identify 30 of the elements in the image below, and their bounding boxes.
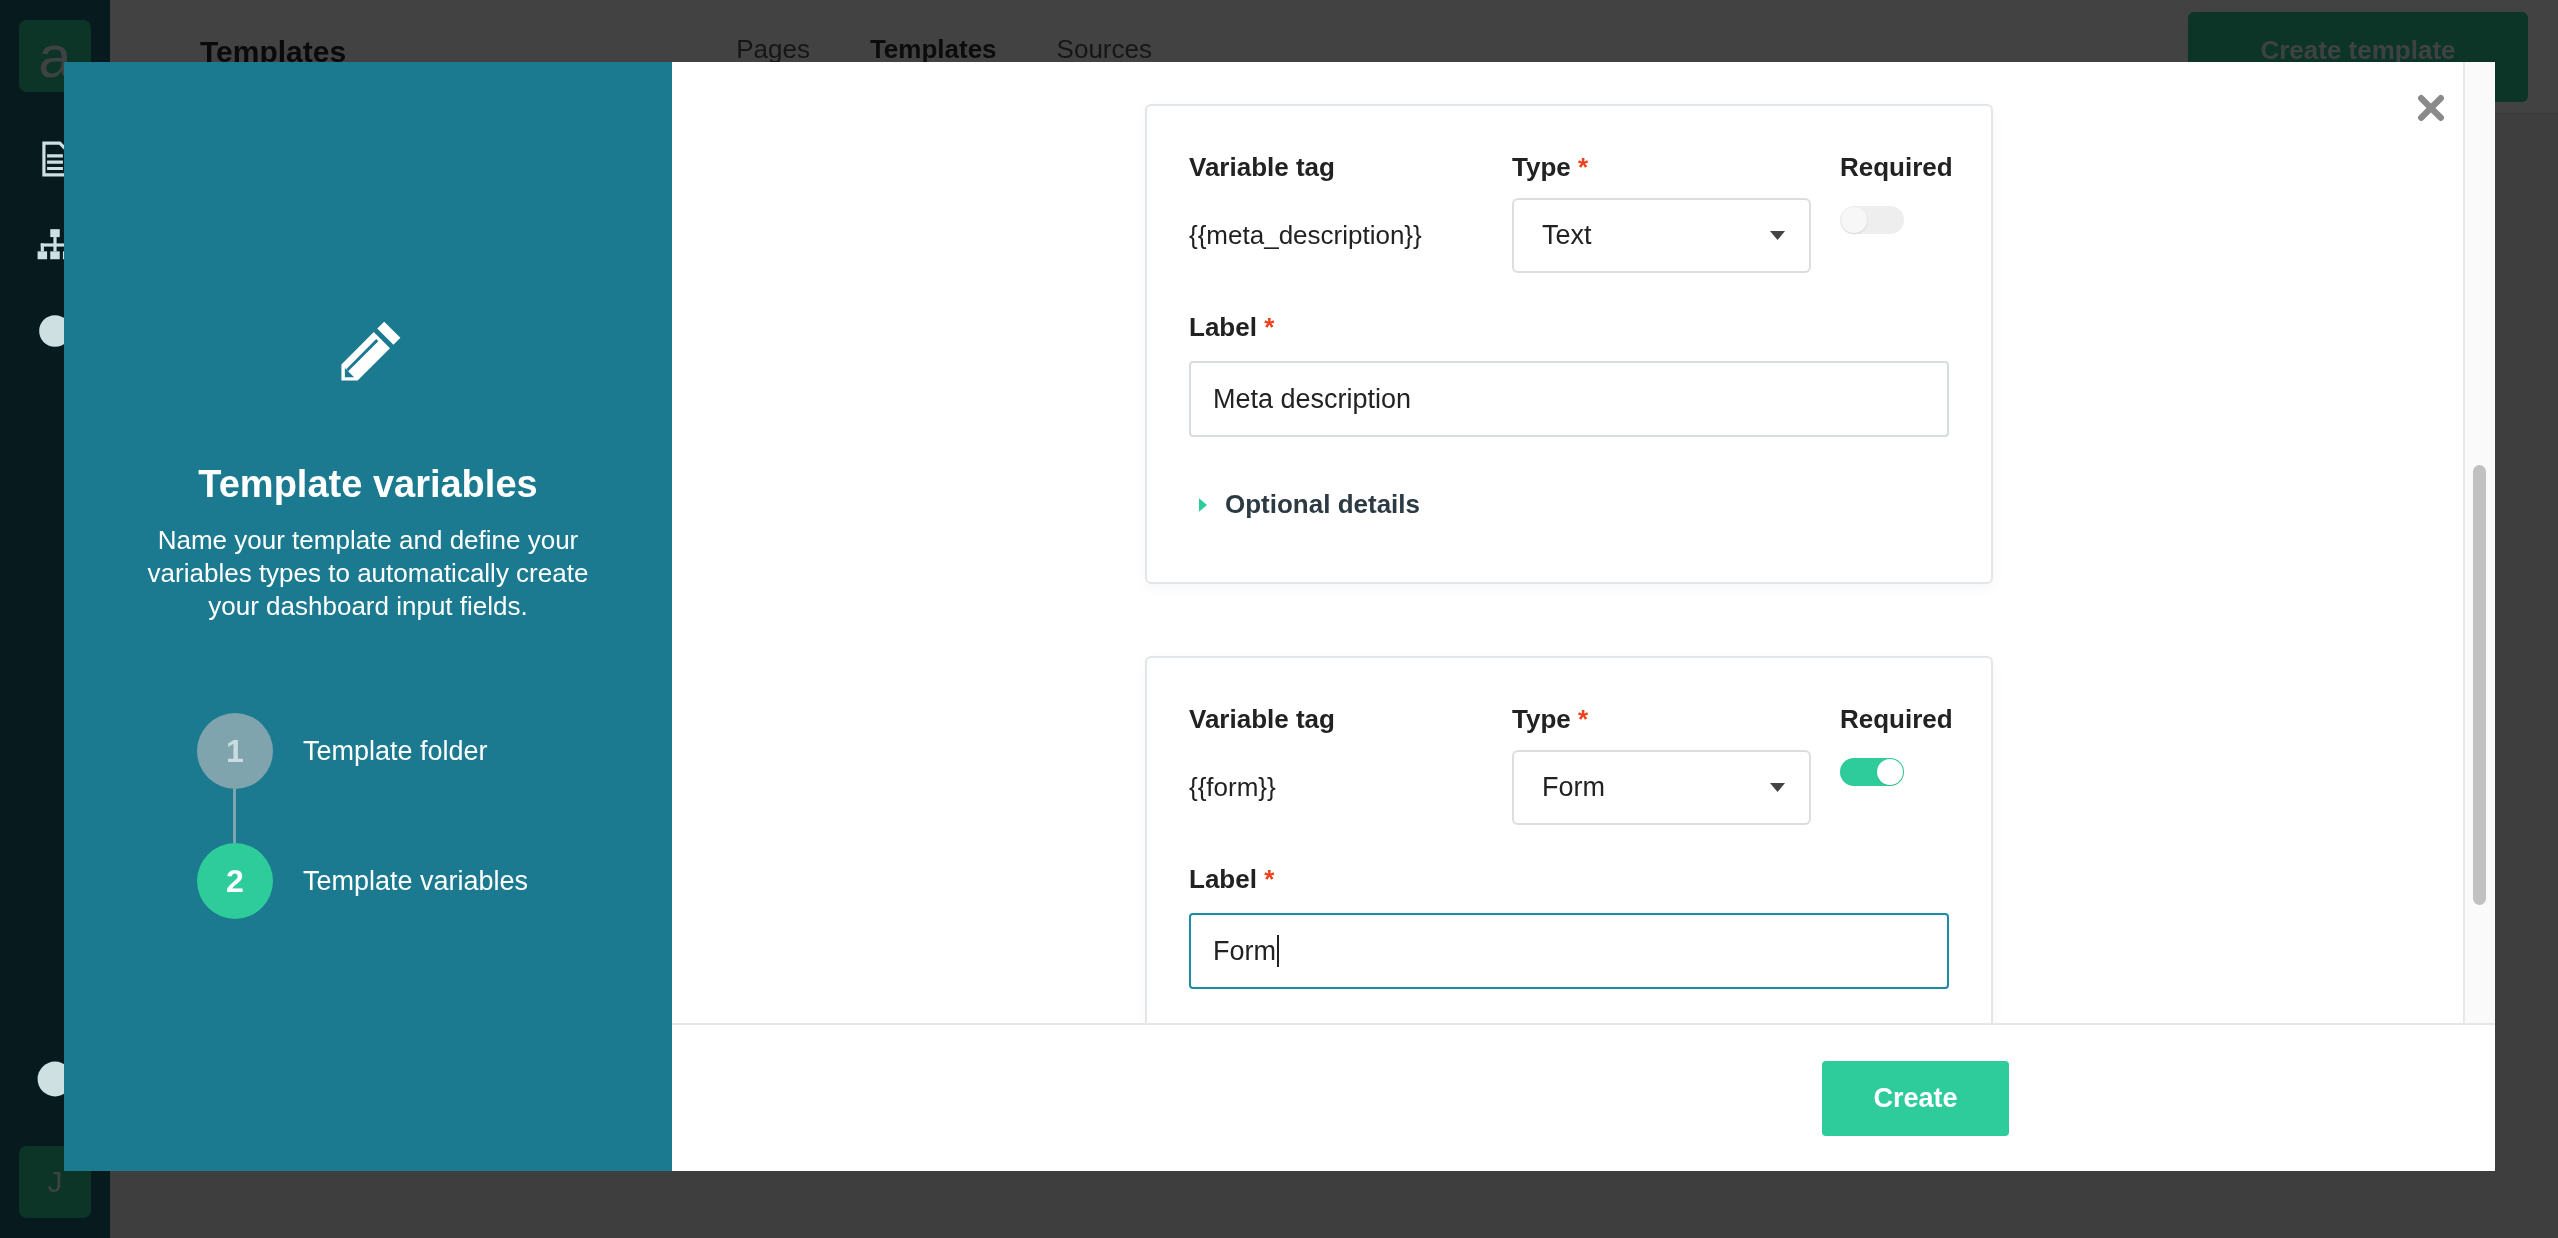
type-dropdown[interactable]: Form bbox=[1512, 750, 1811, 825]
field-heading: Type * bbox=[1512, 152, 1590, 183]
create-button[interactable]: Create bbox=[1822, 1060, 2009, 1136]
modal-title: Template variables bbox=[198, 463, 538, 506]
scrollbar[interactable] bbox=[2463, 62, 2495, 1023]
step-label: Template variables bbox=[303, 865, 529, 897]
optional-details-toggle[interactable]: Optional details bbox=[1189, 489, 1421, 520]
expand-triangle-icon bbox=[1199, 497, 1207, 512]
modal-description: Name your template and define your variables types to automatically create your dashboard input fields. bbox=[146, 524, 590, 623]
variable-tag: {{form}} bbox=[1189, 772, 1483, 803]
required-toggle[interactable] bbox=[1840, 206, 1904, 234]
field-heading: Label * bbox=[1189, 864, 1276, 895]
page-title: Templates bbox=[200, 34, 347, 69]
type-dropdown[interactable]: Text bbox=[1512, 198, 1811, 273]
variable-tag: {{meta_description}} bbox=[1189, 220, 1483, 251]
label-input[interactable]: Meta description bbox=[1189, 361, 1949, 437]
caret-icon bbox=[1770, 231, 1785, 240]
field-heading: Required bbox=[1840, 704, 1951, 735]
field-heading: Required bbox=[1840, 152, 1951, 183]
caret-icon bbox=[1770, 783, 1785, 792]
required-toggle[interactable] bbox=[1840, 758, 1904, 786]
step-number: 1 bbox=[197, 713, 273, 789]
field-heading: Variable tag bbox=[1189, 152, 1336, 183]
field-heading: Type * bbox=[1512, 704, 1590, 735]
close-icon[interactable] bbox=[2417, 94, 2445, 122]
step-number: 2 bbox=[197, 843, 273, 919]
label-input[interactable]: Form bbox=[1189, 913, 1949, 989]
field-heading: Label * bbox=[1189, 312, 1276, 343]
step-label: Template folder bbox=[303, 735, 488, 767]
field-heading: Variable tag bbox=[1189, 704, 1336, 735]
